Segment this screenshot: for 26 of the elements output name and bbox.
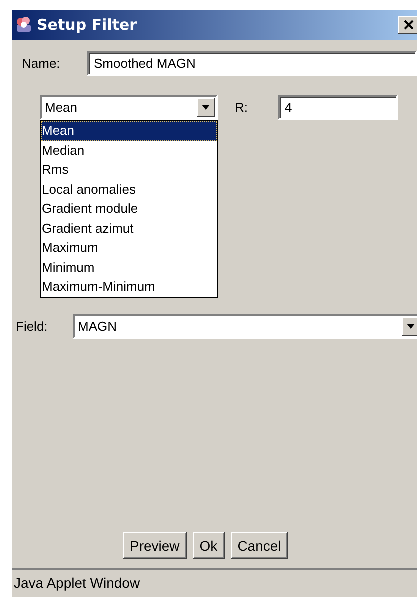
name-field[interactable]: Smoothed MAGN: [87, 50, 417, 76]
dropdown-option[interactable]: Maximum-Minimum: [41, 277, 217, 296]
dropdown-option[interactable]: Local anomalies: [41, 180, 217, 199]
filter-dropdown[interactable]: Mean: [40, 95, 218, 120]
dropdown-option[interactable]: Mean: [41, 121, 217, 140]
app-icon: [15, 16, 33, 34]
dropdown-option[interactable]: Maximum: [41, 238, 217, 258]
dialog-button[interactable]: Ok: [192, 532, 225, 559]
name-label: Name:: [21, 56, 62, 70]
dropdown-option[interactable]: Median: [41, 140, 217, 160]
status-bar: Java Applet Window: [12, 568, 417, 597]
dropdown-option[interactable]: Gradient azimut: [41, 218, 217, 238]
dialog-button[interactable]: Cancel: [230, 532, 288, 559]
dropdown-arrow-icon: [202, 105, 210, 110]
dropdown-option[interactable]: Rms: [41, 160, 217, 180]
dropdown-arrow-icon: [407, 324, 415, 328]
field-label: Field:: [15, 318, 49, 334]
close-button[interactable]: [398, 16, 417, 34]
dropdown-option[interactable]: Minimum: [41, 258, 217, 277]
dropdown-option[interactable]: Gradient module: [41, 199, 217, 218]
r-label: R:: [235, 100, 249, 115]
window-title: Setup Filter: [37, 16, 138, 34]
close-icon: [404, 20, 414, 30]
dialog-button[interactable]: Preview: [123, 532, 187, 559]
r-field[interactable]: 4: [278, 95, 398, 120]
field-dropdown[interactable]: MAGN: [73, 314, 417, 338]
